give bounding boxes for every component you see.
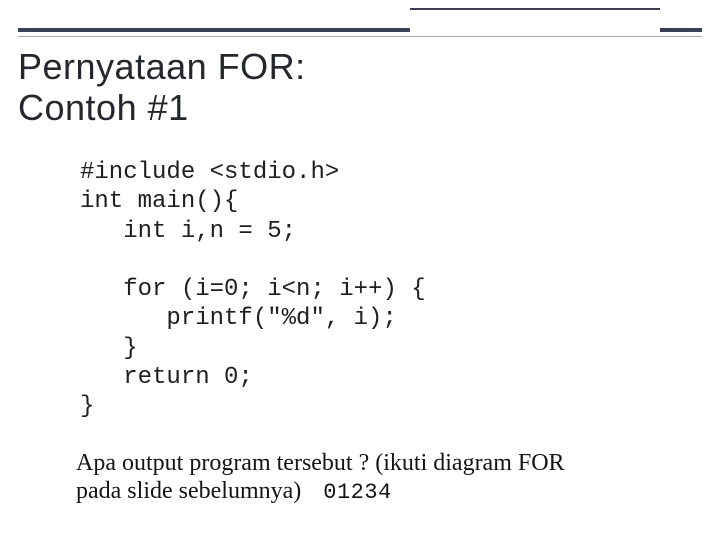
expected-output: 01234: [323, 480, 392, 505]
top-rule-area: [0, 8, 720, 34]
code-block: #include <stdio.h> int main(){ int i,n =…: [80, 158, 426, 421]
slide-title: Pernyataan FOR: Contoh #1: [18, 46, 306, 129]
tab-top-line: [410, 8, 660, 10]
title-line-2: Contoh #1: [18, 87, 306, 128]
code-line-7: }: [80, 335, 138, 362]
code-line-5: for (i=0; i<n; i++) {: [80, 276, 426, 303]
code-line-3: int i,n = 5;: [80, 218, 296, 245]
slide: Pernyataan FOR: Contoh #1 #include <stdi…: [0, 0, 720, 540]
tab-cutout: [410, 8, 660, 38]
code-line-6: printf("%d", i);: [80, 305, 397, 332]
question-part-1: Apa output program tersebut ? (ikuti dia…: [76, 450, 565, 476]
question-part-2: pada slide sebelumnya): [76, 478, 301, 504]
code-line-1: #include <stdio.h>: [80, 159, 339, 186]
code-line-9: }: [80, 393, 94, 420]
title-line-1: Pernyataan FOR:: [18, 46, 306, 87]
code-line-2: int main(){: [80, 188, 238, 215]
question-text: Apa output program tersebut ? (ikuti dia…: [76, 450, 680, 505]
code-line-8: return 0;: [80, 364, 253, 391]
tab-light-line: [410, 36, 660, 37]
